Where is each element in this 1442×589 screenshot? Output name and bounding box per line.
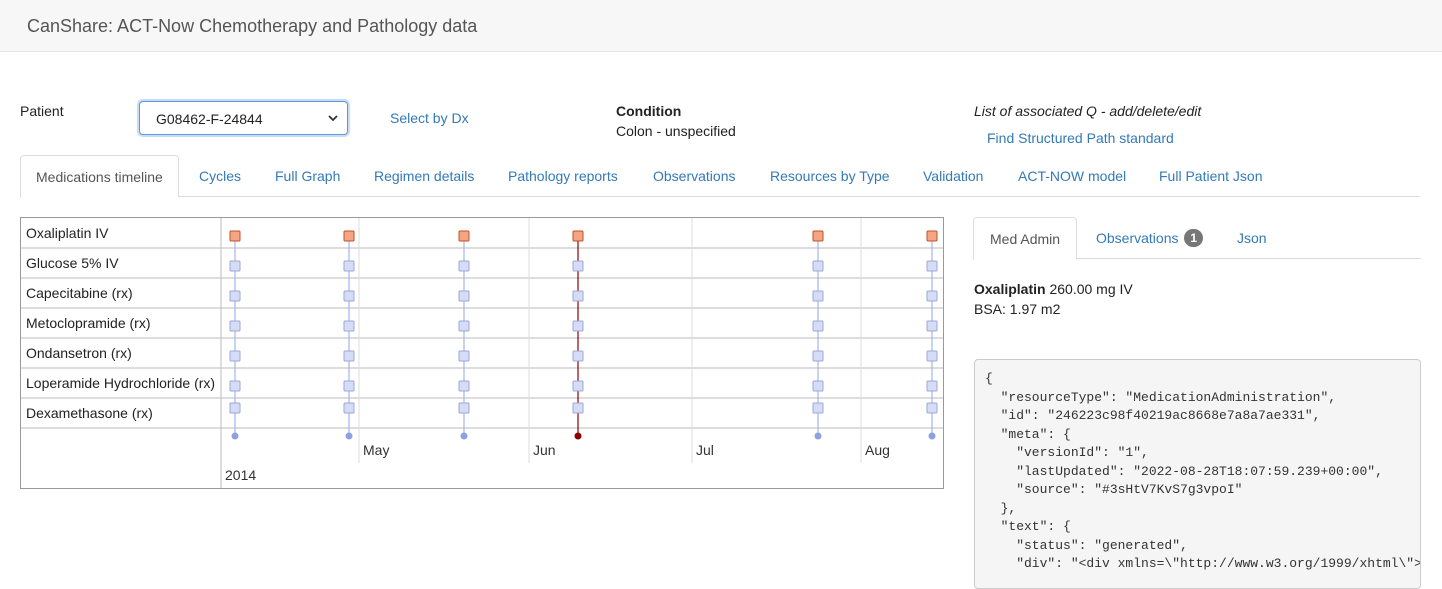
row-label: Capecitabine (rx) <box>26 285 133 301</box>
medication-marker <box>458 320 470 332</box>
medication-marker <box>572 320 584 332</box>
medication-marker <box>458 260 470 272</box>
medication-marker <box>343 260 355 272</box>
tab-json[interactable]: Json <box>1221 217 1283 259</box>
tab-act-now-model[interactable]: ACT-NOW model <box>1003 155 1141 197</box>
associated-q-text: List of associated Q - add/delete/edit <box>974 103 1202 119</box>
medication-marker <box>229 380 241 392</box>
row-label: Dexamethasone (rx) <box>26 405 153 421</box>
medication-marker <box>458 350 470 362</box>
oxaliplatin-marker <box>812 230 824 242</box>
medication-marker <box>812 320 824 332</box>
medication-marker <box>812 402 824 414</box>
year-label: 2014 <box>225 467 256 483</box>
medication-marker <box>458 290 470 302</box>
row-label: Glucose 5% IV <box>26 255 119 271</box>
medication-marker <box>572 380 584 392</box>
medication-marker <box>812 260 824 272</box>
oxaliplatin-marker <box>572 230 584 242</box>
medication-marker <box>343 320 355 332</box>
oxaliplatin-marker <box>343 230 355 242</box>
oxaliplatin-marker <box>229 230 241 242</box>
tab-full-graph[interactable]: Full Graph <box>260 155 355 197</box>
medication-marker <box>458 380 470 392</box>
medication-marker <box>229 350 241 362</box>
month-label: Aug <box>865 442 890 458</box>
chevron-down-icon <box>328 115 338 122</box>
medication-marker <box>812 350 824 362</box>
patient-select[interactable]: G08462-F-24844 <box>139 101 348 135</box>
medication-marker <box>343 350 355 362</box>
select-by-dx-link[interactable]: Select by Dx <box>390 110 469 126</box>
main-tabs: Medications timeline Cycles Full Graph R… <box>20 155 1420 198</box>
tab-medications-timeline[interactable]: Medications timeline <box>20 155 179 198</box>
cycle-dot <box>814 432 822 440</box>
patient-label: Patient <box>20 103 64 119</box>
tab-observations[interactable]: Observations <box>638 155 750 197</box>
tab-pathology-reports[interactable]: Pathology reports <box>493 155 633 197</box>
observations-tab-label: Observations <box>1096 230 1179 246</box>
cycle-dot <box>345 432 353 440</box>
medication-marker <box>926 290 938 302</box>
tab-observations-detail[interactable]: Observations 1 <box>1080 217 1219 259</box>
medication-marker <box>926 380 938 392</box>
tab-resources-by-type[interactable]: Resources by Type <box>755 155 905 197</box>
tab-regimen-details[interactable]: Regimen details <box>359 155 489 197</box>
page-title: CanShare: ACT-Now Chemotherapy and Patho… <box>27 16 478 36</box>
medication-marker <box>572 290 584 302</box>
timeline-chart: Oxaliplatin IV Glucose 5% IV Capecitabine … <box>21 218 943 488</box>
cycle-dot <box>928 432 936 440</box>
medication-marker <box>343 380 355 392</box>
medication-marker <box>812 380 824 392</box>
oxaliplatin-marker <box>458 230 470 242</box>
month-label: May <box>363 442 389 458</box>
medication-marker <box>343 290 355 302</box>
row-label: Ondansetron (rx) <box>26 345 132 361</box>
observations-count-badge: 1 <box>1184 229 1204 247</box>
month-label: Jul <box>696 442 714 458</box>
medication-marker <box>229 320 241 332</box>
cycle-dot <box>574 432 582 440</box>
med-summary: Oxaliplatin 260.00 mg IV <box>974 281 1133 297</box>
cycle-dot <box>460 432 468 440</box>
tab-cycles[interactable]: Cycles <box>184 155 256 197</box>
medication-marker <box>572 350 584 362</box>
patient-select-value: G08462-F-24844 <box>156 111 263 127</box>
medication-marker <box>229 290 241 302</box>
bsa-value: BSA: 1.97 m2 <box>974 301 1061 317</box>
tab-full-patient-json[interactable]: Full Patient Json <box>1144 155 1278 197</box>
medication-marker <box>926 350 938 362</box>
medication-marker <box>343 402 355 414</box>
row-label: Metoclopramide (rx) <box>26 315 150 331</box>
cycle-dot <box>231 432 239 440</box>
resource-json-panel: { "resourceType": "MedicationAdministrat… <box>974 359 1421 589</box>
medication-marker <box>926 402 938 414</box>
medication-marker <box>926 260 938 272</box>
month-label: Jun <box>533 442 556 458</box>
medication-marker <box>229 260 241 272</box>
condition-label: Condition <box>616 103 682 119</box>
resource-json-text: { "resourceType": "MedicationAdministrat… <box>985 371 1421 571</box>
tab-med-admin[interactable]: Med Admin <box>973 217 1078 260</box>
drug-name: Oxaliplatin <box>974 281 1046 297</box>
row-label: Loperamide Hydrochloride (rx) <box>26 375 215 391</box>
medication-marker <box>812 290 824 302</box>
condition-value: Colon - unspecified <box>616 123 736 139</box>
drug-dose: 260.00 mg IV <box>1049 281 1133 297</box>
oxaliplatin-marker <box>926 230 938 242</box>
medication-marker <box>458 402 470 414</box>
medication-marker <box>229 402 241 414</box>
app-header: CanShare: ACT-Now Chemotherapy and Patho… <box>0 0 1442 52</box>
row-label: Oxaliplatin IV <box>26 225 109 241</box>
tab-validation[interactable]: Validation <box>908 155 998 197</box>
medications-timeline: Oxaliplatin IV Glucose 5% IV Capecitabine … <box>20 217 944 489</box>
find-structured-path-link[interactable]: Find Structured Path standard <box>987 130 1174 146</box>
detail-tabs: Med Admin Observations 1 Json <box>973 217 1421 260</box>
medication-marker <box>572 402 584 414</box>
medication-marker <box>926 320 938 332</box>
medication-marker <box>572 260 584 272</box>
